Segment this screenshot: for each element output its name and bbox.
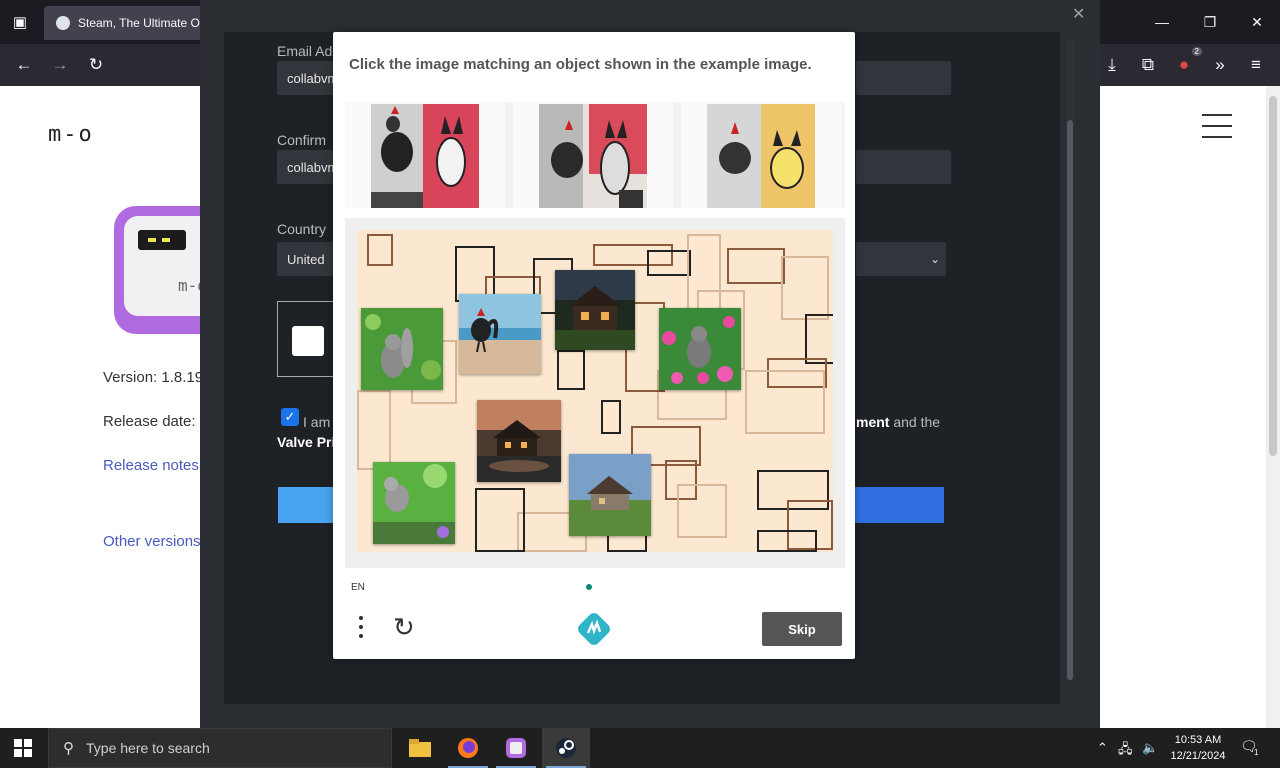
- more-options-icon[interactable]: [355, 616, 367, 640]
- firefox-icon[interactable]: [444, 728, 492, 768]
- clock-date: 12/21/2024: [1170, 750, 1226, 762]
- forward-icon[interactable]: →: [48, 53, 72, 77]
- restore-icon[interactable]: ❐: [1198, 10, 1222, 34]
- agree-text-right: ment and the: [856, 414, 941, 430]
- challenge-canvas[interactable]: [345, 218, 845, 568]
- reload-icon[interactable]: ↻: [84, 53, 108, 77]
- example-image-3: [681, 102, 841, 208]
- rooster-beach-photo[interactable]: [459, 294, 541, 374]
- example-image-1: [345, 102, 505, 208]
- confirm-email-input[interactable]: collabvm: [277, 150, 333, 184]
- email-input-right[interactable]: [856, 61, 951, 95]
- hamburger-menu-icon[interactable]: [1202, 114, 1232, 138]
- other-versions-link[interactable]: Other versions: [103, 533, 201, 550]
- house-night-photo[interactable]: [555, 270, 635, 350]
- language-selector[interactable]: EN: [351, 582, 365, 593]
- extensions-icon[interactable]: ⧉: [1136, 53, 1160, 77]
- version-text: Version: 1.8.19: [103, 369, 204, 386]
- hcaptcha-logo-icon: [578, 613, 610, 645]
- confirm-email-input-right[interactable]: [856, 150, 951, 184]
- dialog-scrollbar[interactable]: [1066, 40, 1074, 680]
- tab-title: Steam, The Ultimate Or: [78, 16, 204, 30]
- challenge-board[interactable]: [357, 230, 833, 552]
- progress-dot: [586, 584, 592, 590]
- steam-taskbar-icon[interactable]: [542, 728, 590, 768]
- tray-chevron-up-icon[interactable]: ⌃: [1097, 740, 1108, 756]
- confirm-email-label: Confirm: [277, 132, 327, 148]
- refresh-icon[interactable]: ↻: [393, 612, 421, 642]
- downloads-icon[interactable]: ⤓: [1100, 53, 1124, 77]
- site-logo[interactable]: m-o: [48, 122, 94, 147]
- squirrel-flowers-photo[interactable]: [361, 308, 443, 390]
- email-input[interactable]: collabvm: [277, 61, 333, 95]
- country-label: Country: [277, 221, 327, 237]
- page-scrollbar[interactable]: [1266, 86, 1280, 728]
- steam-favicon-icon: [56, 16, 70, 30]
- skip-button[interactable]: Skip: [762, 612, 842, 646]
- agree-checkbox[interactable]: ✓: [281, 408, 299, 426]
- mo-app-icon[interactable]: [492, 728, 540, 768]
- search-icon: ⚲: [63, 740, 74, 757]
- volume-muted-icon[interactable]: 🔈: [1142, 740, 1158, 756]
- taskbar-search-box[interactable]: ⚲ Type here to search: [48, 728, 392, 768]
- notification-count: 1: [1254, 748, 1259, 757]
- release-date-text: Release date:: [103, 413, 196, 430]
- windows-taskbar: ⚲ Type here to search ⌃ 🖧 🔈 10:53 AM 12/…: [0, 728, 1280, 768]
- release-notes-link[interactable]: Release notes: [103, 457, 199, 474]
- windows-start-icon[interactable]: [14, 739, 32, 757]
- minimize-icon[interactable]: —: [1150, 10, 1174, 34]
- notification-icon[interactable]: 🗨 1: [1240, 738, 1262, 758]
- agree-text: I am: [303, 414, 331, 430]
- back-icon[interactable]: ←: [12, 53, 36, 77]
- continue-button-left[interactable]: [278, 487, 338, 523]
- app-menu-icon[interactable]: ≡: [1244, 53, 1268, 77]
- video-camera-icon: [292, 326, 324, 356]
- house-lake-photo[interactable]: [477, 400, 561, 482]
- squirrel-garden-photo[interactable]: [373, 462, 455, 544]
- tab-list-icon[interactable]: ▣: [8, 10, 32, 34]
- clock-time: 10:53 AM: [1174, 734, 1222, 746]
- taskbar-search-placeholder: Type here to search: [86, 740, 210, 756]
- ublock-badge: 2: [1191, 47, 1202, 56]
- captcha-instruction: Click the image matching an object shown…: [349, 56, 812, 73]
- tab-steam[interactable]: Steam, The Ultimate Or: [44, 6, 204, 40]
- captcha-challenge: Click the image matching an object shown…: [333, 32, 855, 659]
- squirrel-pink-flowers-photo[interactable]: [659, 308, 741, 390]
- overflow-chevrons-icon[interactable]: »: [1208, 53, 1232, 77]
- ublock-icon[interactable]: ● 2: [1172, 47, 1202, 77]
- country-select[interactable]: United: [277, 242, 333, 276]
- app-icon-display: [138, 230, 186, 250]
- example-images: [345, 102, 845, 208]
- close-window-icon[interactable]: ✕: [1245, 10, 1269, 34]
- agreement-link-fragment[interactable]: ment: [856, 414, 889, 430]
- file-explorer-icon[interactable]: [396, 728, 444, 768]
- chevron-down-icon[interactable]: ⌄: [930, 252, 940, 266]
- continue-button-right[interactable]: [854, 487, 944, 523]
- house-field-photo[interactable]: [569, 454, 651, 536]
- network-icon[interactable]: 🖧: [1118, 740, 1133, 762]
- taskbar-clock[interactable]: 10:53 AM 12/21/2024: [1160, 732, 1236, 764]
- email-label: Email Ad: [277, 43, 333, 59]
- dialog-close-icon[interactable]: ✕: [1072, 4, 1085, 24]
- valve-privacy-link[interactable]: Valve Pri: [277, 434, 335, 450]
- example-image-2: [513, 102, 673, 208]
